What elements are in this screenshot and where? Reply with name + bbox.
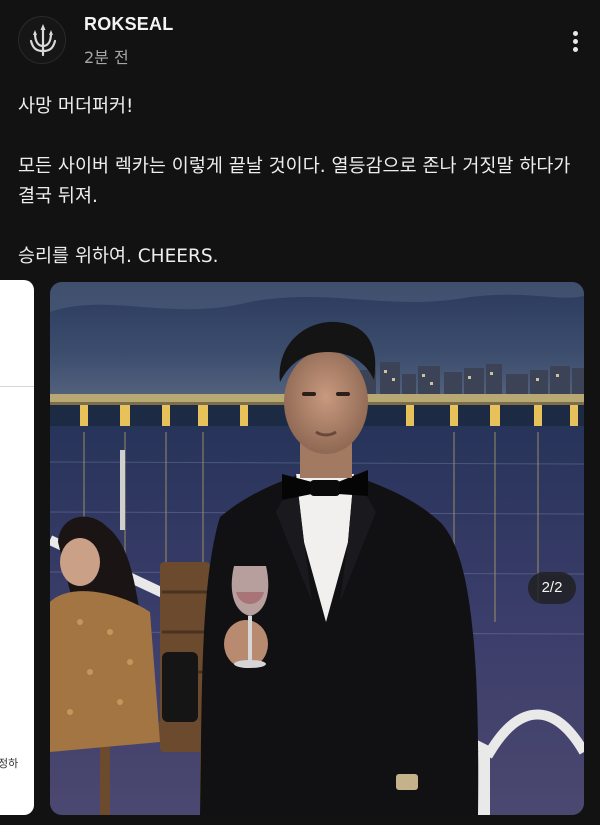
image-page-indicator: 2/2 [528,572,576,604]
post-header: ROKSEAL 2분 전 [0,0,600,80]
post-line: 승리를 위하여. CHEERS. [18,246,219,267]
author-name[interactable]: ROKSEAL [84,14,173,35]
image-carousel[interactable]: 정하 2/2 [0,280,600,825]
post-line [18,122,584,152]
divider [0,386,34,387]
post-line [18,212,584,242]
post-timestamp: 2분 전 [84,48,129,67]
photo-image [50,282,584,815]
previous-card-text: 정하 [0,757,19,770]
trident-logo-icon [19,17,65,63]
post-line: 사망 머더퍼커! [18,96,134,117]
post-body: 사망 머더퍼커! 모든 사이버 렉카는 이렇게 끝날 것이다. 열등감으로 존나… [18,92,584,272]
more-options-button[interactable] [560,26,590,56]
post-line: 모든 사이버 렉카는 이렇게 끝날 것이다. 열등감으로 존나 거짓말 하다가 … [18,156,577,207]
post-photo[interactable] [50,282,584,815]
avatar[interactable] [18,16,66,64]
post-card: ROKSEAL 2분 전 사망 머더퍼커! 모든 사이버 렉카는 이렇게 끝날 … [0,0,600,825]
previous-image-card[interactable]: 정하 [0,280,34,815]
